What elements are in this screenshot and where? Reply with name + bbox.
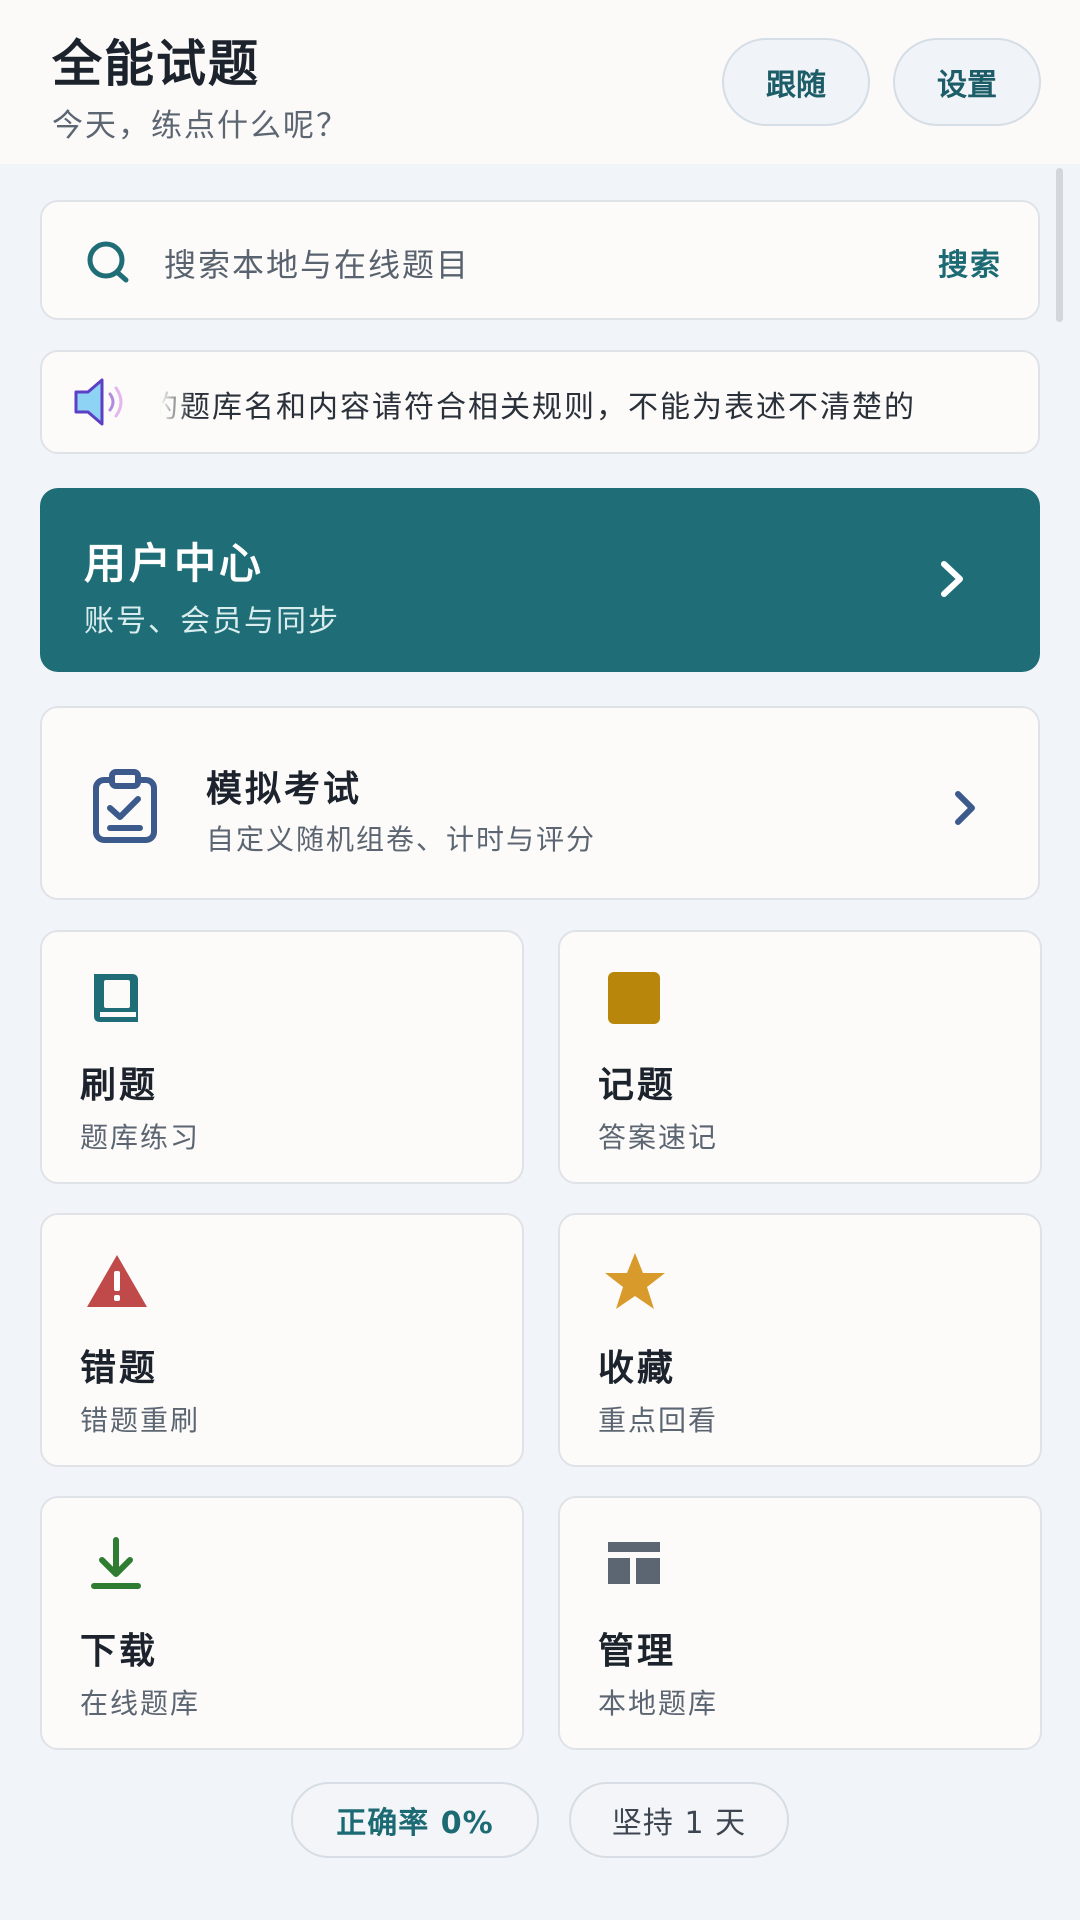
user-center-title: 用户中心 xyxy=(84,539,265,588)
mock-exam-subtitle: 自定义随机组卷、计时与评分 xyxy=(206,823,597,856)
chevron-right-icon xyxy=(941,561,963,597)
user-center-subtitle: 账号、会员与同步 xyxy=(84,604,340,639)
chevron-right-icon xyxy=(955,791,975,825)
search-button[interactable]: 搜索 xyxy=(938,240,1002,284)
layout-icon xyxy=(608,1542,660,1584)
search-input[interactable]: 搜索本地与在线题目 xyxy=(164,240,470,286)
tile-subtitle: 题库练习 xyxy=(80,1121,201,1154)
book-icon xyxy=(94,974,138,1022)
tile-wrong-questions[interactable]: 错题 错题重刷 xyxy=(40,1213,524,1467)
settings-button[interactable]: 设置 xyxy=(893,38,1041,126)
download-icon xyxy=(91,1537,141,1589)
app-header: 全能试题 今天，练点什么呢？ 跟随 设置 xyxy=(0,0,1080,164)
tile-favorites[interactable]: 收藏 重点回看 xyxy=(558,1213,1042,1467)
tile-memorize[interactable]: 记题 答案速记 xyxy=(558,930,1042,1184)
tile-subtitle: 在线题库 xyxy=(80,1687,201,1720)
tile-subtitle: 本地题库 xyxy=(598,1687,719,1720)
tile-title: 刷题 xyxy=(80,1065,159,1106)
mock-exam-title: 模拟考试 xyxy=(206,769,363,810)
tile-title: 管理 xyxy=(598,1631,677,1672)
tile-subtitle: 错题重刷 xyxy=(80,1404,201,1437)
tile-title: 收藏 xyxy=(598,1348,677,1389)
tile-practice[interactable]: 刷题 题库练习 xyxy=(40,930,524,1184)
user-center-card[interactable]: 用户中心 账号、会员与同步 xyxy=(40,488,1040,672)
tile-subtitle: 答案速记 xyxy=(598,1121,719,1154)
clipboard-check-icon xyxy=(93,769,157,843)
tile-title: 错题 xyxy=(80,1348,159,1389)
streak-badge: 坚持 1 天 xyxy=(569,1782,789,1858)
notice-text: 的题库名和内容请符合相关规则，不能为表述不清楚的 xyxy=(160,390,916,425)
follow-button[interactable]: 跟随 xyxy=(722,38,870,126)
warning-icon xyxy=(87,1255,147,1307)
tile-title: 下载 xyxy=(80,1631,159,1672)
tile-download[interactable]: 下载 在线题库 xyxy=(40,1496,524,1750)
app-title: 全能试题 xyxy=(52,35,260,93)
tile-title: 记题 xyxy=(598,1065,677,1106)
search-box[interactable]: 搜索本地与在线题目 搜索 xyxy=(40,200,1040,320)
tile-manage[interactable]: 管理 本地题库 xyxy=(558,1496,1042,1750)
notice-bar[interactable]: 的题库名和内容请符合相关规则，不能为表述不清楚的 xyxy=(40,350,1040,454)
notice-marquee: 的题库名和内容请符合相关规则，不能为表述不清楚的 xyxy=(160,352,1000,452)
search-icon xyxy=(87,241,129,283)
star-icon xyxy=(605,1253,665,1309)
accuracy-badge: 正确率 0% xyxy=(291,1782,539,1858)
speaker-icon xyxy=(74,378,123,426)
mock-exam-card[interactable]: 模拟考试 自定义随机组卷、计时与评分 xyxy=(40,706,1040,900)
square-icon xyxy=(608,972,660,1024)
scrollbar[interactable] xyxy=(1056,168,1063,322)
tile-subtitle: 重点回看 xyxy=(598,1404,719,1437)
app-subtitle: 今天，练点什么呢？ xyxy=(52,108,349,144)
